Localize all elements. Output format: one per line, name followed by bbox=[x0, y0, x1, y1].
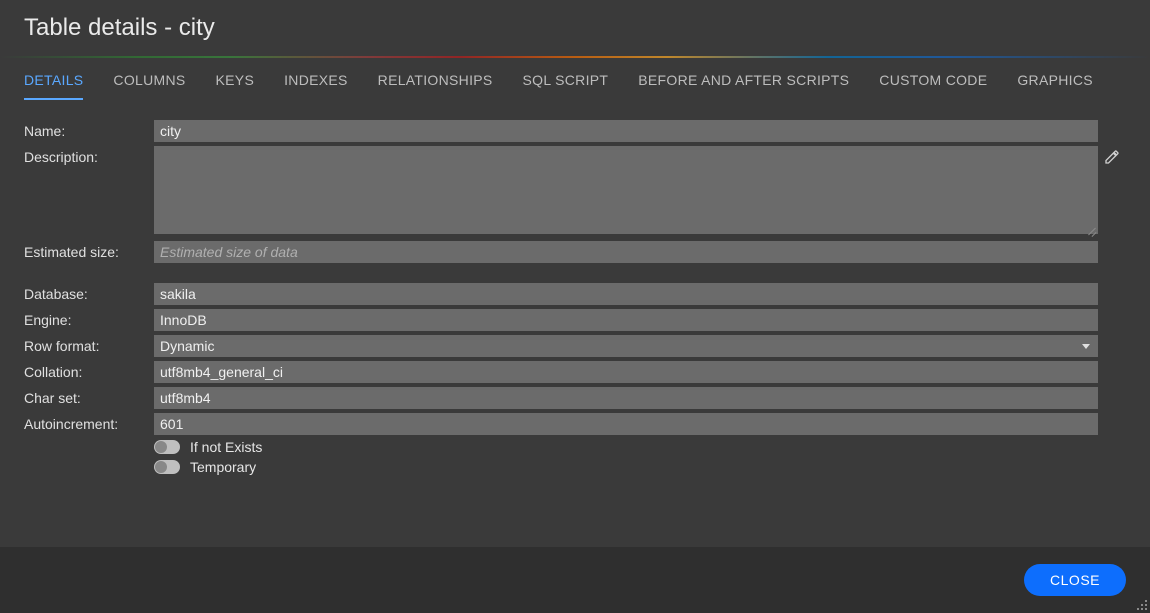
label-autoincrement: Autoincrement: bbox=[24, 413, 154, 432]
row-format-value: Dynamic bbox=[160, 338, 214, 354]
tab-bar: DETAILS COLUMNS KEYS INDEXES RELATIONSHI… bbox=[0, 58, 1150, 100]
label-row-format: Row format: bbox=[24, 335, 154, 354]
tab-indexes[interactable]: INDEXES bbox=[284, 72, 348, 100]
row-format-select[interactable]: Dynamic bbox=[154, 335, 1098, 357]
engine-input[interactable] bbox=[154, 309, 1098, 331]
label-name: Name: bbox=[24, 120, 154, 139]
header-accent-line bbox=[0, 56, 1150, 58]
label-description: Description: bbox=[24, 146, 154, 165]
modal-title: Table details - city bbox=[0, 0, 1150, 56]
label-collation: Collation: bbox=[24, 361, 154, 380]
edit-icon[interactable] bbox=[1104, 149, 1120, 165]
collation-input[interactable] bbox=[154, 361, 1098, 383]
tab-graphics[interactable]: GRAPHICS bbox=[1017, 72, 1093, 100]
window-resize-handle-icon bbox=[1136, 599, 1148, 611]
label-engine: Engine: bbox=[24, 309, 154, 328]
close-button[interactable]: CLOSE bbox=[1024, 564, 1126, 596]
temporary-toggle[interactable] bbox=[154, 460, 180, 474]
description-input[interactable] bbox=[154, 146, 1098, 234]
chevron-down-icon bbox=[1082, 344, 1090, 349]
tab-sql-script[interactable]: SQL SCRIPT bbox=[523, 72, 609, 100]
estimated-size-input[interactable] bbox=[154, 241, 1098, 263]
label-estimated-size: Estimated size: bbox=[24, 241, 154, 260]
tab-columns[interactable]: COLUMNS bbox=[113, 72, 185, 100]
tab-keys[interactable]: KEYS bbox=[216, 72, 255, 100]
details-form: Name: Description: Estimated size: bbox=[0, 100, 1150, 547]
label-char-set: Char set: bbox=[24, 387, 154, 406]
modal-footer: CLOSE bbox=[0, 547, 1150, 613]
char-set-input[interactable] bbox=[154, 387, 1098, 409]
if-not-exists-toggle[interactable] bbox=[154, 440, 180, 454]
autoincrement-input[interactable] bbox=[154, 413, 1098, 435]
tab-before-after-scripts[interactable]: BEFORE AND AFTER SCRIPTS bbox=[638, 72, 849, 100]
tab-custom-code[interactable]: CUSTOM CODE bbox=[879, 72, 987, 100]
label-database: Database: bbox=[24, 283, 154, 302]
name-input[interactable] bbox=[154, 120, 1098, 142]
database-input[interactable] bbox=[154, 283, 1098, 305]
table-details-modal: Table details - city DETAILS COLUMNS KEY… bbox=[0, 0, 1150, 613]
tab-relationships[interactable]: RELATIONSHIPS bbox=[378, 72, 493, 100]
tab-details[interactable]: DETAILS bbox=[24, 72, 83, 100]
temporary-label: Temporary bbox=[190, 459, 256, 475]
if-not-exists-label: If not Exists bbox=[190, 439, 262, 455]
